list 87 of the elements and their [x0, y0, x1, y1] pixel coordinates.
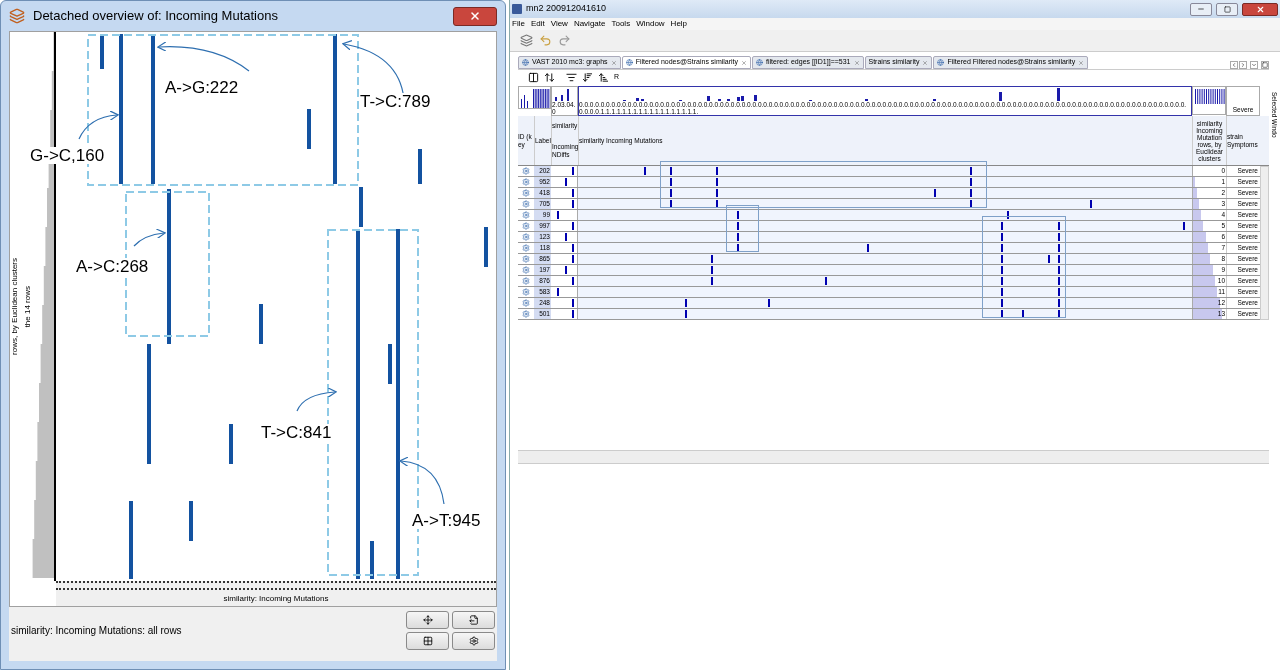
node-icon [522, 299, 530, 307]
tool-button[interactable] [406, 632, 449, 650]
export-icon [468, 615, 479, 625]
mutation-mark [934, 189, 936, 197]
column-axis-label: similarity: Incoming Mutations [223, 593, 329, 605]
window-title: mn2 200912041610 [526, 2, 607, 16]
mutation-annotation: A->C:268 [76, 258, 149, 275]
node-icon [522, 266, 530, 274]
close-icon[interactable] [853, 59, 860, 66]
mutation-annotation: G->C,160 [30, 147, 105, 164]
node-icon [522, 288, 530, 296]
sort-ascending-icon[interactable] [598, 72, 609, 83]
close-button[interactable] [1242, 2, 1278, 16]
menu-item[interactable]: Navigate [573, 18, 606, 30]
node-icon [522, 167, 530, 175]
arrow [133, 228, 166, 247]
mutation-annotation: T->C:789 [360, 93, 431, 110]
mutation-mark [1022, 310, 1024, 318]
ndiffs-mark [557, 211, 559, 219]
tool-button[interactable] [452, 611, 495, 629]
app-icon [9, 8, 25, 24]
grid-icon [422, 636, 433, 646]
close-icon [1255, 4, 1265, 14]
maximize-icon [1223, 5, 1231, 13]
menu-item[interactable]: Edit [530, 18, 545, 30]
minimize-icon [1197, 5, 1205, 13]
arrow [78, 110, 119, 140]
node-icon [522, 200, 530, 208]
node-icon [522, 222, 530, 230]
redo-icon[interactable] [558, 34, 571, 47]
columns-icon[interactable] [528, 72, 539, 83]
globe-icon [937, 59, 945, 66]
app-logo-icon [512, 4, 522, 14]
node-icon [522, 189, 530, 197]
maximize-icon[interactable] [1261, 61, 1269, 69]
minimize-button[interactable] [1190, 2, 1212, 16]
close-icon[interactable] [610, 59, 617, 66]
close-button[interactable] [453, 6, 497, 26]
mutation-annotation: A->T:945 [412, 512, 481, 529]
node-icon [522, 255, 530, 263]
mutation-mark [867, 244, 869, 252]
sort-icon[interactable] [544, 72, 555, 83]
mutation-mark [825, 277, 827, 285]
mutation-mark [644, 167, 646, 175]
close-icon[interactable] [1078, 59, 1085, 66]
mutation-mark [1183, 222, 1185, 230]
menu-item[interactable]: Window [636, 18, 665, 30]
node-icon [522, 233, 530, 241]
sort-descending-icon[interactable] [582, 72, 593, 83]
menu-item[interactable]: Tools [611, 18, 631, 30]
mutation-annotation: A->G:222 [165, 79, 239, 96]
close-icon[interactable] [741, 59, 748, 66]
mutation-annotation: T->C:841 [261, 424, 332, 441]
scroll-left-icon[interactable] [1230, 61, 1238, 69]
tool-button[interactable] [406, 611, 449, 629]
close-icon[interactable] [922, 59, 929, 66]
row-axis-sublabel: the 14 rows [21, 285, 33, 328]
filter-icon[interactable] [566, 72, 577, 83]
row-axis-label: rows, by Euclidean clusters [8, 258, 20, 355]
scroll-right-icon[interactable] [1239, 61, 1247, 69]
tab-list-icon[interactable] [1250, 61, 1258, 69]
move-icon [422, 615, 433, 625]
globe-icon [625, 59, 633, 66]
arrow [399, 456, 445, 505]
mutation-mark [768, 299, 770, 307]
settings-icon [468, 636, 479, 646]
node-icon [522, 211, 530, 219]
globe-icon [522, 59, 529, 66]
node-icon [522, 178, 530, 186]
status-text: similarity: Incoming Mutations: all rows [11, 624, 182, 638]
menu-item[interactable]: Help [670, 18, 688, 30]
node-icon [522, 244, 530, 252]
undo-icon[interactable] [539, 34, 552, 47]
arrow [296, 387, 337, 412]
layers-icon[interactable] [520, 34, 533, 47]
node-icon [522, 310, 530, 318]
menu-item[interactable]: View [550, 18, 568, 30]
maximize-button[interactable] [1216, 2, 1238, 16]
close-icon [469, 10, 481, 22]
menu-item[interactable]: File [512, 18, 525, 30]
node-icon [522, 277, 530, 285]
window-title: Detached overview of: Incoming Mutations [33, 7, 278, 26]
mutation-mark [1090, 200, 1092, 208]
scrollbar[interactable] [1260, 166, 1269, 320]
ndiffs-mark [557, 288, 559, 296]
globe-icon [756, 59, 764, 66]
tool-button[interactable] [452, 632, 495, 650]
